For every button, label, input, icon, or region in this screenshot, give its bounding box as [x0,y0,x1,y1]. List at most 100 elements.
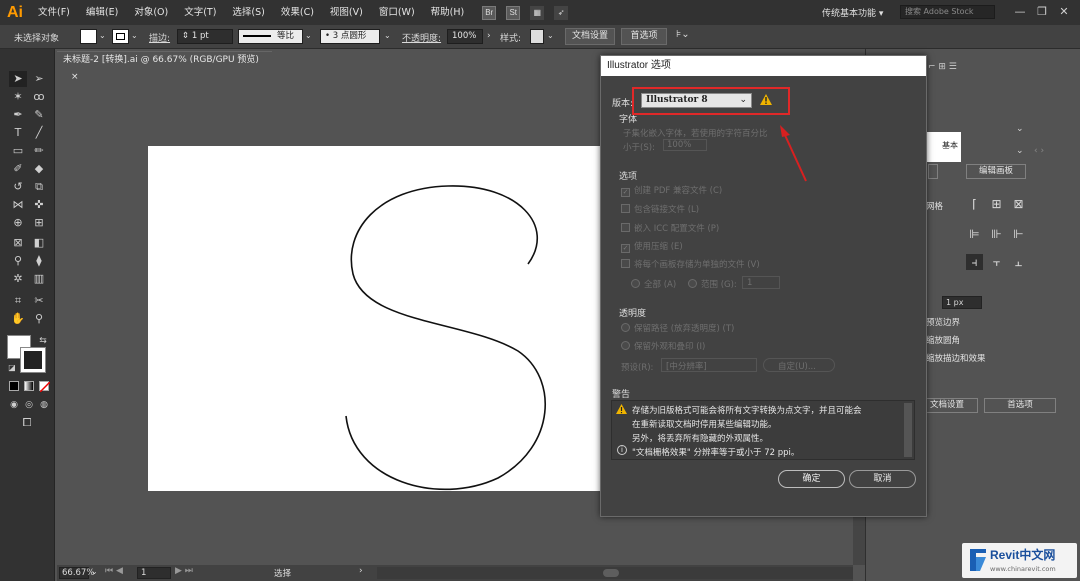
type-tool-icon[interactable]: T [9,125,27,141]
stock-search-input[interactable]: 搜索 Adobe Stock [900,5,995,19]
menu-effect[interactable]: 效果(C) [273,0,322,25]
menu-file[interactable]: 文件(F) [30,0,78,25]
menu-object[interactable]: 对象(O) [126,0,176,25]
zoom-dropdown-icon[interactable]: ⌄ [91,567,98,576]
gradient-tool-icon[interactable]: ◧ [30,235,48,251]
selection-tool-icon[interactable]: ➤ [9,71,27,87]
stroke-weight-field[interactable]: ⇕ 1 pt [177,29,233,44]
edit-artboard-button[interactable]: 编辑画板 [966,164,1026,179]
close-tab-icon[interactable]: × [71,72,79,82]
fill-swatch[interactable] [80,29,97,44]
panel-button[interactable] [928,164,938,179]
warning-scrollbar[interactable] [904,403,912,457]
opacity-field[interactable]: 100% [447,29,483,44]
maximize-button[interactable]: ❐ [1032,3,1052,21]
document-setup-button[interactable]: 文档设置 [565,28,615,45]
chevron-right-icon[interactable]: › [487,31,491,41]
curvature-tool-icon[interactable]: ✎ [30,107,48,123]
gradient-mode-icon[interactable] [24,381,34,391]
scale-tool-icon[interactable]: ⧉ [30,179,48,195]
brush-definition[interactable]: • 3 点圆形 [320,29,380,44]
chevron-down-icon[interactable]: ⌄ [1016,146,1028,158]
color-mode-icon[interactable] [9,381,19,391]
stock-icon[interactable]: St [506,5,521,20]
stroke-width-field[interactable]: 1 px [942,296,982,309]
align-options-icon[interactable]: ⊧⌄ [676,29,690,40]
hand-tool-icon[interactable]: ✋ [9,311,27,327]
lasso-tool-icon[interactable]: ꝏ [30,89,48,105]
document-tab[interactable]: 未标题-2 [转换].ai @ 66.67% (RGB/GPU 预览) × [57,51,272,82]
first-artboard-icon[interactable]: ⏮ ◀ [105,566,123,576]
pen-tool-icon[interactable]: ✒ [9,107,27,123]
swap-colors-icon[interactable]: ⇆ [34,333,52,349]
panel-tab-icons[interactable]: ⌐ ⊞ ☰ [928,62,968,72]
draw-inside-icon[interactable]: ◍ [35,397,53,413]
menu-type[interactable]: 文字(T) [176,0,224,25]
eyedropper-tool-icon[interactable]: ⚲ [9,253,27,269]
distribute-right-icon[interactable]: ⫠ [1010,254,1027,270]
column-graph-tool-icon[interactable]: ▥ [30,271,48,287]
distribute-left-icon[interactable]: ⫞ [966,254,983,270]
s-path-artwork[interactable] [148,146,628,491]
workspace-switcher[interactable]: 传统基本功能 ▾ [822,6,883,19]
default-colors-icon[interactable]: ◪ [3,360,21,376]
chevron-down-icon[interactable]: ⌄ [547,31,554,40]
artboard[interactable] [148,146,628,491]
menu-edit[interactable]: 编辑(E) [78,0,126,25]
chevron-down-icon[interactable]: ⌄ [305,31,312,40]
rotate-tool-icon[interactable]: ↺ [9,179,27,195]
stroke-label[interactable]: 描边: [149,31,170,44]
ruler-icon[interactable]: ⌈ [966,196,983,212]
stroke-color-box[interactable] [20,347,46,373]
gpu-performance-icon[interactable]: ➶ [554,5,569,20]
preview-bounds-option[interactable]: 预览边界 [926,316,960,328]
menu-view[interactable]: 视图(V) [322,0,371,25]
width-tool-icon[interactable]: ⋈ [9,197,27,213]
puppet-warp-tool-icon[interactable]: ✜ [30,197,48,213]
preferences-button[interactable]: 首选项 [621,28,667,45]
transparency-grid-icon[interactable]: ⊠ [1010,196,1027,212]
bridge-icon[interactable]: Br [482,5,497,20]
chevron-down-icon[interactable]: ⌄ [99,31,106,40]
blend-tool-icon[interactable]: ⧫ [30,253,48,269]
align-center-icon[interactable]: ⊪ [988,226,1005,242]
scale-corners-option[interactable]: 缩放圆角 [926,334,960,346]
cancel-button[interactable]: 取消 [849,470,916,488]
align-right-icon[interactable]: ⊩ [1010,226,1027,242]
close-window-button[interactable]: ✕ [1054,3,1074,21]
artboard-number-field[interactable]: 1 [137,567,171,579]
chevron-down-icon[interactable]: ⌄ [131,31,138,40]
variable-width-profile[interactable]: 等比 [238,29,303,44]
zoom-tool-icon[interactable]: ⚲ [30,311,48,327]
line-tool-icon[interactable]: ╱ [30,125,48,141]
chevron-down-icon[interactable]: ⌄ [384,31,391,40]
ok-button[interactable]: 确定 [778,470,845,488]
paintbrush-tool-icon[interactable]: ✏ [30,143,48,159]
arrange-documents-icon[interactable]: ▦ [530,5,545,20]
artboard-tool-icon[interactable]: ⌗ [9,293,27,309]
brush-preview[interactable]: 基本 [926,132,961,162]
menu-window[interactable]: 窗口(W) [371,0,423,25]
screen-mode-icon[interactable]: ⧠ [18,415,36,431]
next-artboard-icon[interactable]: ▶ ⏭ [175,566,193,576]
stroke-swatch[interactable] [112,29,129,44]
horizontal-scrollbar[interactable] [377,567,853,579]
magic-wand-tool-icon[interactable]: ✶ [9,89,27,105]
perspective-grid-tool-icon[interactable]: ⊞ [30,215,48,231]
graphic-style-swatch[interactable] [530,29,544,44]
shaper-tool-icon[interactable]: ✐ [9,161,27,177]
rectangle-tool-icon[interactable]: ▭ [9,143,27,159]
zoom-level-field[interactable]: 66.67% [59,567,94,579]
opacity-label[interactable]: 不透明度: [402,31,441,44]
slice-tool-icon[interactable]: ✂ [30,293,48,309]
scroll-thumb[interactable] [603,569,619,577]
nav-arrows-icon[interactable]: ‹ › [1034,146,1064,158]
direct-selection-tool-icon[interactable]: ➢ [30,71,48,87]
mesh-tool-icon[interactable]: ⊠ [9,235,27,251]
grid-icon[interactable]: ⊞ [988,196,1005,212]
distribute-center-icon[interactable]: ⫟ [988,254,1005,270]
minimize-button[interactable]: — [1010,3,1030,21]
status-menu-icon[interactable]: › [359,566,363,576]
shape-builder-tool-icon[interactable]: ⊕ [9,215,27,231]
chevron-down-icon[interactable]: ⌄ [1016,124,1028,136]
